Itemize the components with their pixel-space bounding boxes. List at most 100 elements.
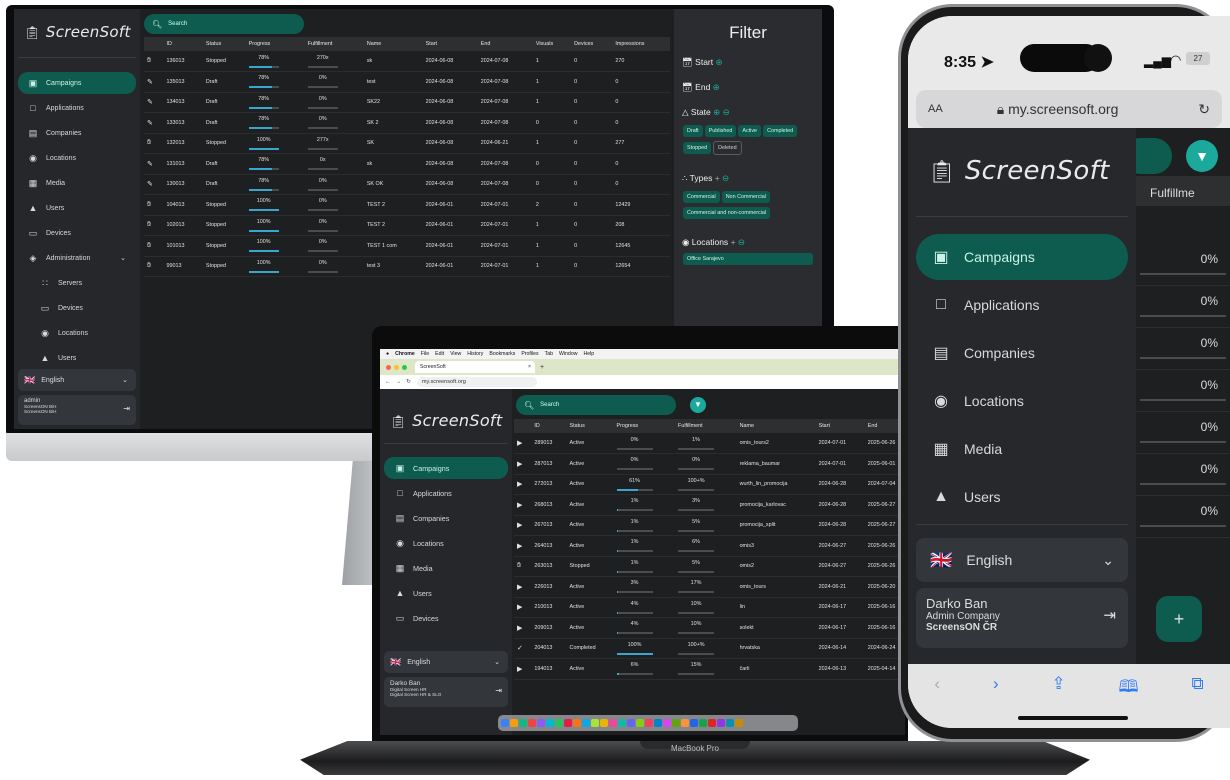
table-row[interactable]: ✋︎ 263013 Stopped 1% 5% omis2 2024-06-27 2025-0… xyxy=(514,556,905,577)
forward-icon[interactable]: → xyxy=(396,379,402,385)
browser-tab[interactable]: ScreenSoft × xyxy=(415,361,535,373)
table-row[interactable]: 0% xyxy=(1136,412,1230,454)
filter-button[interactable]: ▼ xyxy=(690,397,706,413)
dock-app-icon[interactable] xyxy=(672,719,680,727)
filter-chip[interactable]: Office Sarajevo xyxy=(683,253,813,265)
dock-app-icon[interactable] xyxy=(726,719,734,727)
sidebar-item-media[interactable]: ▦ Media xyxy=(18,172,136,194)
sidebar-item-applications[interactable]: □ Applications xyxy=(916,282,1128,328)
reload-icon[interactable]: ↻ xyxy=(1198,101,1210,118)
filter-chip[interactable]: Stopped xyxy=(683,142,712,154)
dock-app-icon[interactable] xyxy=(555,719,563,727)
table-row[interactable]: ✋︎ 132013 Stopped 100% 277x SK 2024-06-08 2024-… xyxy=(144,133,670,154)
table-row[interactable]: ▶ 194013 Active 6% 15% čarli 2024-06-13 2025-04… xyxy=(514,658,905,680)
table-row[interactable]: ▶ 289013 Active 0% 1% omis_tours2 2024-07-01 20… xyxy=(514,433,905,454)
add-icon[interactable]: + xyxy=(731,237,736,247)
filter-end[interactable]: 📅︎ End ⊕ xyxy=(682,82,814,93)
bookmarks-icon[interactable]: 🕮︎ xyxy=(1119,674,1139,703)
sidebar-item-administration[interactable]: ◈ Administration ⌄ xyxy=(18,247,136,269)
table-row[interactable]: ▶ 287013 Active 0% 0% reklama_baumar 2024-07-0… xyxy=(514,453,905,475)
table-row[interactable]: ▶ 267013 Active 1% 5% promocija_split 2024-06-… xyxy=(514,515,905,536)
table-row[interactable]: ✋︎ 99013 Stopped 100% 0% test 3 2024-06-01 2024… xyxy=(144,256,670,277)
table-row[interactable]: ✎ 135013 Draft 78% 0% test 2024-06-08 2024-07-0… xyxy=(144,71,670,93)
table-row[interactable]: ✎ 134013 Draft 78% 0% SK22 2024-06-08 2024-07-0… xyxy=(144,92,670,113)
column-header-start[interactable]: Start xyxy=(815,419,865,433)
sidebar-item-media[interactable]: ▦ Media xyxy=(916,426,1128,472)
menu-window[interactable]: Window xyxy=(559,351,577,357)
table-row[interactable]: ✎ 133013 Draft 78% 0% SK 2 2024-06-08 2024-07-0… xyxy=(144,112,670,134)
table-row[interactable]: 0% xyxy=(1136,496,1230,538)
back-icon[interactable]: ← xyxy=(385,379,391,385)
menu-bookmarks[interactable]: Bookmarks xyxy=(489,351,515,357)
filter-chip[interactable]: Published xyxy=(704,125,737,137)
sidebar-item-devices[interactable]: ▭ Devices xyxy=(18,297,136,319)
share-icon[interactable]: ⇪ xyxy=(1051,674,1065,694)
table-row[interactable]: ✎ 130013 Draft 78% 0% SK OK 2024-06-08 2024-07-… xyxy=(144,174,670,195)
menu-chrome[interactable]: Chrome xyxy=(395,351,415,357)
sidebar-item-campaigns[interactable]: ▣ Campaigns xyxy=(18,72,136,94)
table-row[interactable]: ✋︎ 102013 Stopped 100% 0% TEST 2 2024-06-01 202… xyxy=(144,215,670,236)
table-row[interactable]: ✋︎ 136013 Stopped 78% 270x sk 2024-06-08 2024-0… xyxy=(144,51,670,72)
language-select[interactable]: 🇬🇧 English ⌄ xyxy=(916,538,1128,582)
table-row[interactable]: ▶ 226013 Active 3% 17% omis_tours 2024-06-21 20… xyxy=(514,576,905,598)
menu-tab[interactable]: Tab xyxy=(545,351,553,357)
sidebar-item-locations[interactable]: ◉ Locations xyxy=(384,532,508,554)
sidebar-item-applications[interactable]: □ Applications xyxy=(18,97,136,119)
dock-app-icon[interactable] xyxy=(510,719,518,727)
app-logo[interactable]: 📋︎ ScreenSoft xyxy=(390,411,502,430)
logout-icon[interactable]: ⇥ xyxy=(1103,606,1116,624)
sidebar-item-users[interactable]: ▲ Users xyxy=(18,197,136,219)
table-row[interactable]: ▶ 268013 Active 1% 3% promocija_karlovac 2024-… xyxy=(514,494,905,516)
filter-chip[interactable]: Non Commercial xyxy=(721,191,770,203)
table-row[interactable]: 0% xyxy=(1136,454,1230,496)
table-row[interactable]: ✋︎ 104013 Stopped 100% 0% TEST 2 2024-06-01 202… xyxy=(144,194,670,216)
table-row[interactable]: ✓ 204013 Completed 100% 100+% hrvatska 2024-06… xyxy=(514,638,905,659)
table-row[interactable]: 0% xyxy=(1136,328,1230,370)
sidebar-item-locations[interactable]: ◉ Locations xyxy=(18,322,136,344)
column-header-fulfillment[interactable]: Fulfillment xyxy=(675,419,737,433)
logout-icon[interactable]: ⇥ xyxy=(123,404,130,413)
dock-app-icon[interactable] xyxy=(546,719,554,727)
column-header-impressions[interactable]: Impressions xyxy=(612,37,670,51)
dock-app-icon[interactable] xyxy=(573,719,581,727)
sidebar-item-users[interactable]: ▲ Users xyxy=(916,474,1128,520)
column-header-fulfillment[interactable]: Fulfillment xyxy=(304,37,364,51)
dock-app-icon[interactable] xyxy=(537,719,545,727)
filter-button[interactable]: ▼ xyxy=(1186,140,1218,172)
dock-app-icon[interactable] xyxy=(735,719,743,727)
sidebar-item-campaigns[interactable]: ▣ Campaigns xyxy=(384,457,508,479)
remove-icon[interactable]: ⊖ xyxy=(722,173,729,183)
add-campaign-button[interactable]: + xyxy=(1156,596,1202,642)
table-row[interactable]: ▶ 272013 Active 61% 100+% wurth_lin_promocija… xyxy=(514,474,905,495)
maximize-window-button[interactable] xyxy=(402,364,407,370)
app-logo[interactable]: 📋︎ ScreenSoft xyxy=(24,23,131,41)
table-row[interactable]: ▶ 209013 Active 4% 10% solekt 2024-06-17 2025-0… xyxy=(514,617,905,639)
dock-app-icon[interactable] xyxy=(591,719,599,727)
text-size-button[interactable]: AA xyxy=(928,103,943,115)
sidebar-item-servers[interactable]: ∷ Servers xyxy=(18,272,136,294)
dock-app-icon[interactable] xyxy=(699,719,707,727)
column-header-name[interactable]: Name xyxy=(736,419,816,433)
sidebar-item-devices[interactable]: ▭ Devices xyxy=(384,607,508,629)
column-header-devices[interactable]: Devices xyxy=(571,37,613,51)
new-tab-icon[interactable]: + xyxy=(540,364,544,371)
sidebar-item-companies[interactable]: ▤ Companies xyxy=(916,330,1128,376)
dock-app-icon[interactable] xyxy=(609,719,617,727)
sidebar-item-users[interactable]: ▲ Users xyxy=(18,347,136,369)
table-row[interactable]: 0% xyxy=(1136,244,1230,286)
filter-chip[interactable]: Active xyxy=(738,125,762,137)
language-select[interactable]: 🇬🇧 English ⌄ xyxy=(384,651,508,673)
dock-app-icon[interactable] xyxy=(582,719,590,727)
forward-icon[interactable]: › xyxy=(993,674,999,694)
app-logo[interactable]: 📋︎ ScreenSoft xyxy=(928,156,1110,186)
column-header-progress[interactable]: Progress xyxy=(613,419,676,433)
add-icon[interactable]: ⊕ xyxy=(713,82,720,92)
remove-icon[interactable]: ⊖ xyxy=(723,107,730,117)
dock-app-icon[interactable] xyxy=(627,719,635,727)
apple-icon[interactable]: ● xyxy=(386,351,389,357)
sidebar-item-applications[interactable]: □ Applications xyxy=(384,482,508,504)
safari-address-bar[interactable]: AA 🔒︎ my.screensoft.org ↻ xyxy=(916,90,1222,128)
dock-app-icon[interactable] xyxy=(708,719,716,727)
search-input[interactable]: 🔍︎ Search xyxy=(144,14,304,34)
sidebar-item-companies[interactable]: ▤ Companies xyxy=(18,122,136,144)
